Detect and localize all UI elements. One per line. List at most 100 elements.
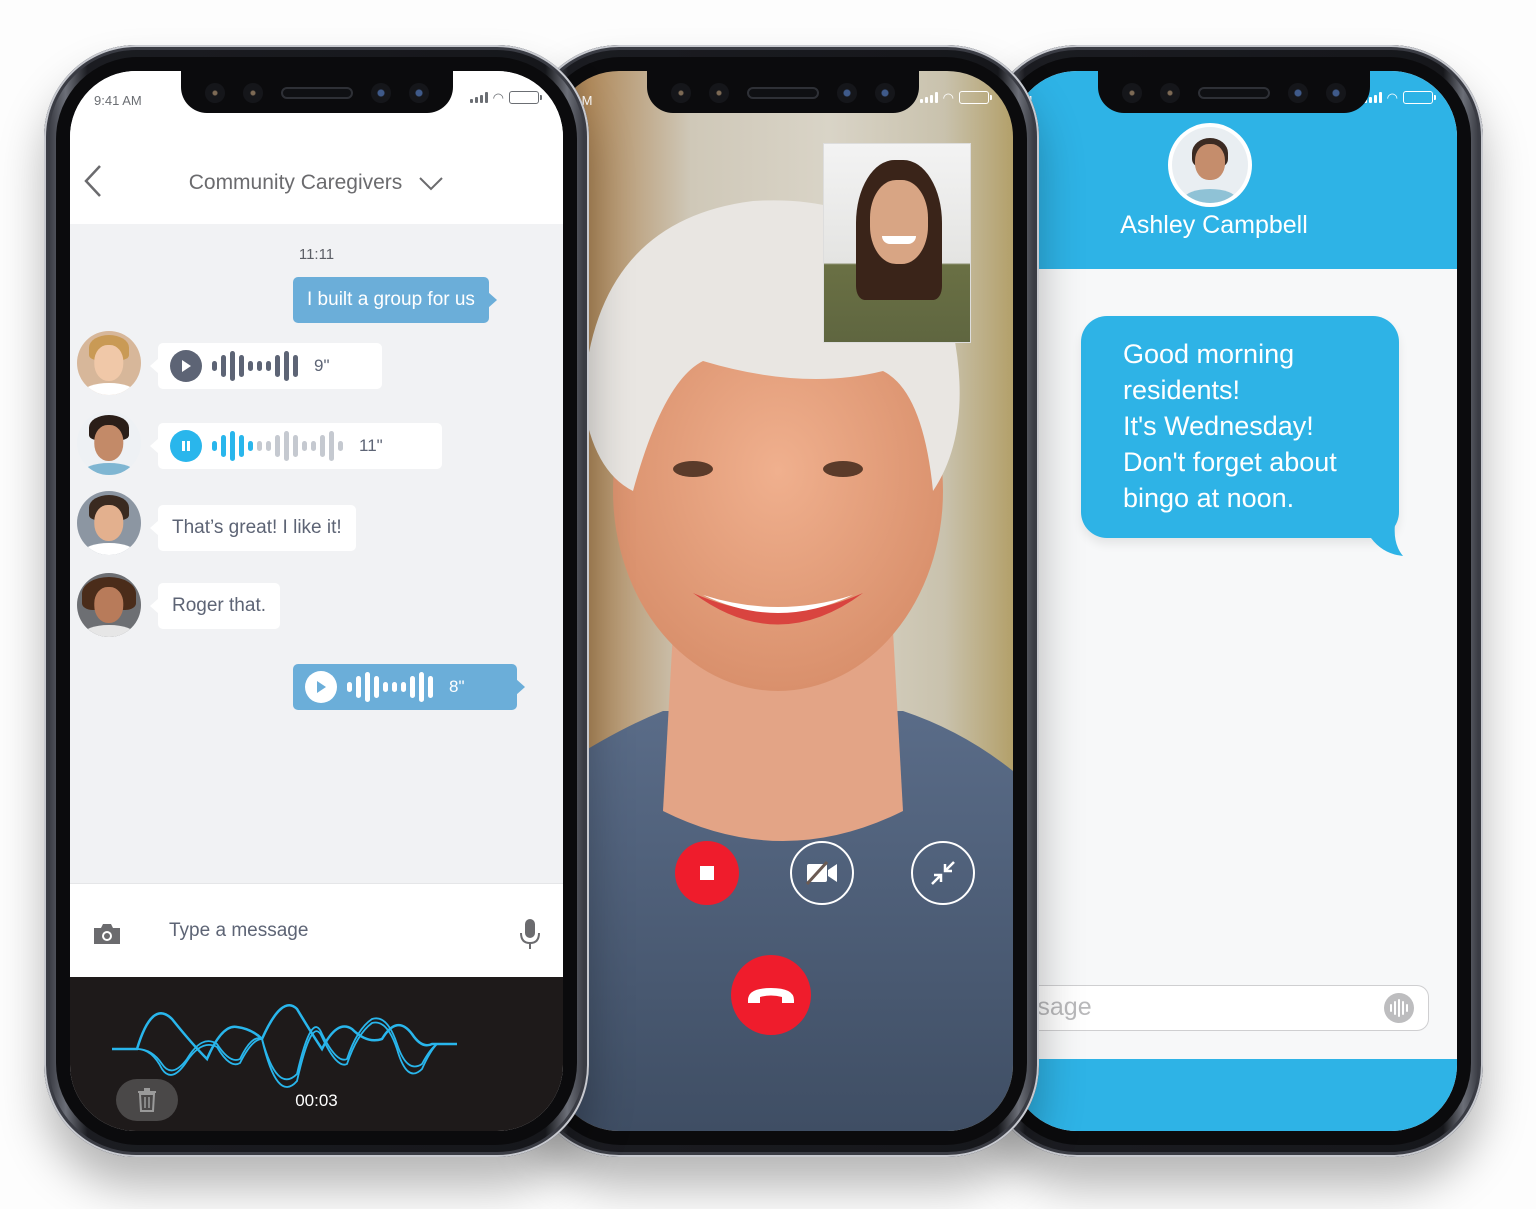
voice-player: 9" bbox=[158, 343, 342, 389]
video-call-screen: AM ◠ bbox=[553, 71, 1013, 1131]
message-outgoing-text[interactable]: I built a group for us bbox=[293, 277, 489, 323]
waveform-bar bbox=[275, 435, 280, 457]
curly-haired-woman-avatar[interactable] bbox=[77, 573, 141, 637]
waveform-bar bbox=[230, 351, 235, 381]
waveform-bar bbox=[266, 441, 271, 451]
message-line: residents! bbox=[1123, 375, 1241, 405]
voice-message[interactable]: 11" bbox=[158, 423, 442, 469]
voice-message[interactable]: 9" bbox=[158, 343, 382, 389]
self-view-video[interactable] bbox=[823, 143, 971, 343]
waveform-bar bbox=[320, 435, 325, 457]
waveform-bar bbox=[212, 441, 217, 451]
phone-hangup-icon bbox=[748, 988, 794, 1003]
notch bbox=[180, 71, 453, 113]
waveform-bar bbox=[410, 676, 415, 698]
waveform-bar bbox=[212, 361, 217, 371]
waveform-bar bbox=[275, 355, 280, 377]
play-icon bbox=[182, 360, 191, 372]
notch bbox=[647, 71, 919, 113]
voice-recorder: 00:03 bbox=[70, 977, 563, 1131]
waveform-bar bbox=[428, 676, 433, 698]
message-input[interactable]: essage bbox=[1011, 985, 1429, 1031]
play-button[interactable] bbox=[170, 350, 202, 382]
bearded-man-avatar[interactable] bbox=[77, 491, 141, 555]
message-incoming-text[interactable]: Roger that. bbox=[158, 583, 280, 629]
contact-name: Ashley Campbell bbox=[1120, 211, 1308, 239]
message-line: bingo at noon. bbox=[1123, 483, 1295, 513]
waveform-bar bbox=[284, 431, 289, 461]
battery-icon bbox=[509, 91, 542, 104]
chat-header: Community Caregivers bbox=[70, 141, 563, 224]
voice-message-outgoing[interactable]: 8" bbox=[293, 664, 517, 710]
group-chat-screen: 9:41 AM ◠ Community Caregivers 11:11 I b… bbox=[70, 71, 563, 1131]
waveform-bar bbox=[356, 676, 361, 698]
wifi-icon: ◠ bbox=[492, 90, 504, 105]
phone-video-call: AM ◠ bbox=[527, 45, 1039, 1157]
message-composer: Type a message bbox=[70, 883, 563, 977]
end-call-button[interactable] bbox=[731, 955, 811, 1035]
notch bbox=[1098, 71, 1370, 113]
microphone-icon[interactable] bbox=[519, 918, 541, 950]
waveform-bar bbox=[311, 441, 316, 451]
play-icon bbox=[317, 681, 326, 693]
message-incoming-text[interactable]: That’s great! I like it! bbox=[158, 505, 356, 551]
pause-icon bbox=[182, 441, 190, 451]
waveform-bar bbox=[239, 355, 244, 377]
minimize-button[interactable] bbox=[911, 841, 975, 905]
waveform-bar bbox=[383, 682, 388, 692]
waveform-bar bbox=[347, 682, 352, 692]
message-line: It's Wednesday! bbox=[1123, 411, 1314, 441]
waveform-bar bbox=[374, 676, 379, 698]
blonde-woman-avatar[interactable] bbox=[77, 331, 141, 395]
voice-duration: 11" bbox=[359, 436, 383, 455]
waveform-bar bbox=[401, 682, 406, 692]
video-off-icon bbox=[805, 861, 837, 885]
chat-title[interactable]: Community Caregivers bbox=[189, 171, 403, 195]
chat-timestamp: 11:11 bbox=[298, 246, 335, 263]
waveform-bar bbox=[257, 441, 262, 451]
message-input[interactable]: Type a message bbox=[169, 920, 308, 942]
waveform-bar bbox=[338, 441, 343, 451]
dm-screen: AM ◠ Ashley Campbell Good morning reside… bbox=[1011, 71, 1457, 1131]
camera-icon[interactable] bbox=[92, 922, 122, 946]
voice-duration: 8" bbox=[449, 677, 465, 696]
waveform-bar bbox=[419, 672, 424, 702]
chevron-left-icon[interactable] bbox=[80, 163, 110, 199]
chevron-down-icon[interactable] bbox=[418, 174, 444, 192]
waveform-bar bbox=[230, 431, 235, 461]
play-button[interactable] bbox=[305, 671, 337, 703]
pause-button[interactable] bbox=[170, 430, 202, 462]
waveform-bar bbox=[329, 431, 334, 461]
wifi-icon: ◠ bbox=[942, 90, 954, 105]
cellular-signal-icon bbox=[469, 92, 488, 103]
message-text: That’s great! I like it! bbox=[172, 517, 342, 538]
camera-off-button[interactable] bbox=[790, 841, 854, 905]
cellular-signal-icon bbox=[919, 92, 938, 103]
stop-icon bbox=[700, 866, 714, 880]
message-text: I built a group for us bbox=[307, 289, 475, 310]
waveform-bar bbox=[257, 361, 262, 371]
collapse-arrows-icon bbox=[931, 861, 955, 885]
status-time: 9:41 AM bbox=[94, 93, 142, 108]
dark-haired-woman-avatar[interactable] bbox=[77, 411, 141, 475]
waveform-bar bbox=[221, 355, 226, 377]
voice-player: 11" bbox=[158, 423, 395, 469]
waveform-bar bbox=[392, 682, 397, 692]
waveform-bar bbox=[248, 361, 253, 371]
phone-group-chat: 9:41 AM ◠ Community Caregivers 11:11 I b… bbox=[44, 45, 589, 1157]
waveform-bar bbox=[302, 441, 307, 451]
waveform-bar bbox=[293, 355, 298, 377]
battery-icon bbox=[959, 91, 992, 104]
app-showcase: AM ◠ Ashley Campbell Good morning reside… bbox=[0, 0, 1536, 1209]
phone-direct-message: AM ◠ Ashley Campbell Good morning reside… bbox=[985, 45, 1483, 1157]
waveform-bar bbox=[266, 361, 271, 371]
waveform-bar bbox=[239, 435, 244, 457]
bubble-tail bbox=[1371, 524, 1403, 556]
waveform-bar bbox=[365, 672, 370, 702]
waveform-bar bbox=[293, 435, 298, 457]
battery-icon bbox=[1403, 91, 1436, 104]
waveform-bar bbox=[248, 441, 253, 451]
wifi-icon: ◠ bbox=[1386, 90, 1398, 105]
voice-waveform-icon[interactable] bbox=[1384, 993, 1414, 1023]
stop-recording-button[interactable] bbox=[675, 841, 739, 905]
